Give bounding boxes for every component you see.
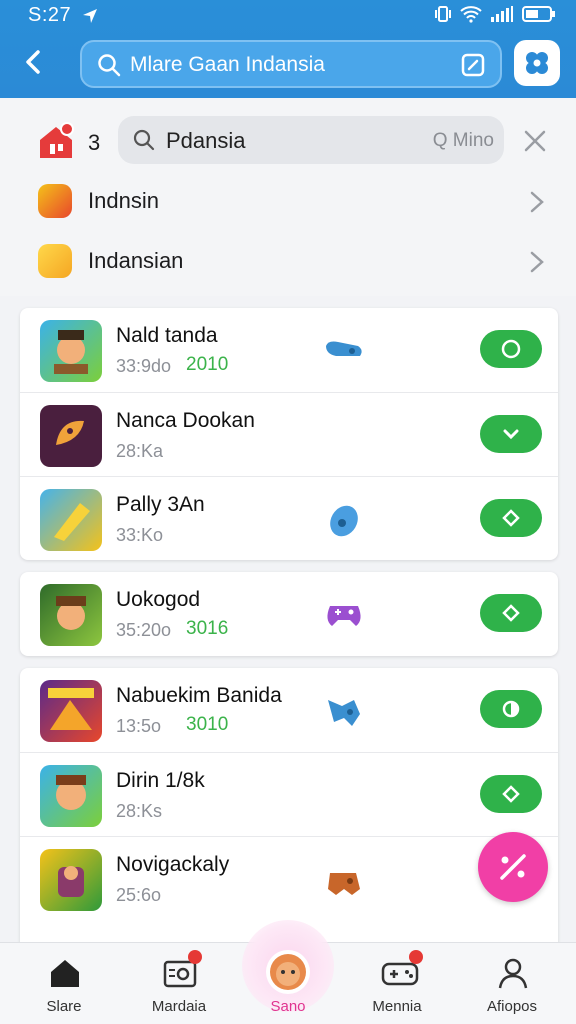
get-button[interactable] [480,415,542,453]
search-icon [133,129,155,151]
chevron-right-icon [530,251,544,273]
nav-label: Slare [46,998,82,1015]
game-list-card: Nald tanda 33:9do 2010 Nanca Dookan 28:K… [20,308,558,560]
get-button[interactable] [480,499,542,537]
game-meta: 13:5o [116,716,162,736]
game-thumbnail [40,584,102,646]
gamepad-icon [330,505,358,537]
person-icon [498,958,528,989]
result-count: 3 [88,130,101,155]
game-icon [38,184,72,218]
game-list-card: Nabuekim Banida 13:5o 3010 Dirin 1/8k 28… [20,668,558,958]
wifi-icon [460,6,482,23]
game-thumbnail [40,320,102,382]
controller-icon [326,341,362,356]
diamond-icon [502,509,520,527]
game-meta: 35:20o [116,620,172,640]
nav-label: Afiopos [486,998,538,1015]
check-icon [501,339,521,359]
game-row[interactable]: Nald tanda 33:9do 2010 [20,308,558,392]
close-icon[interactable] [522,128,548,154]
floating-action-button[interactable] [478,832,548,902]
nav-item-menu[interactable]: Mennia [347,948,447,1020]
game-meta: 25:6o [116,885,162,905]
game-thumbnail [40,849,102,911]
gamepad-icon [328,700,360,726]
back-icon[interactable] [18,46,50,78]
game-thumbnail [40,489,102,551]
vibrate-icon [435,6,451,22]
home-icon [51,960,79,987]
game-row[interactable]: Nabuekim Banida 13:5o 3010 [20,668,558,752]
game-title: Nabuekim Banida [116,684,282,707]
toggle-icon [502,700,520,718]
suggestion-label: Indansian [88,248,184,273]
app-menu-button[interactable] [514,40,560,86]
game-thumbnail [40,680,102,742]
nav-item-home[interactable]: Slare [14,948,114,1020]
suggestion-item[interactable]: Indansian [0,234,576,290]
game-title: Novigackaly [116,853,230,876]
suggestion-label: Indnsin [88,188,159,213]
nav-item-games[interactable]: Sano [238,948,338,1020]
suggestion-item[interactable]: Indnsin [0,174,576,230]
game-title: Uokogod [116,588,201,611]
game-title: Nald tanda [116,324,218,347]
search-icon [98,54,121,77]
game-row[interactable]: Pally 3An 33:Ko [20,476,558,560]
nav-label: Mardaia [151,998,207,1015]
game-row[interactable]: Dirin 1/8k 28:Ks [20,752,558,836]
game-thumbnail [40,405,102,467]
gamepad-icon [327,606,361,626]
get-button[interactable] [480,775,542,813]
grid-flower-icon [526,52,548,74]
game-title: Dirin 1/8k [116,769,205,792]
nav-label: Sano [270,998,306,1015]
game-row[interactable]: Uokogod 35:20o 3016 [20,572,558,656]
status-bar: S:27 [0,0,576,30]
nav-label: Mennia [372,998,422,1015]
search-input[interactable]: Mlare Gaan Indansia [130,53,325,77]
game-year: 3016 [186,618,229,639]
game-row[interactable]: Novigackaly 25:6o [20,836,558,920]
diamond-icon [502,785,520,803]
signal-icon [491,6,513,22]
search-bar[interactable]: Mlare Gaan Indansia [80,40,502,88]
home-badge-icon[interactable] [36,122,76,162]
filter-search-field[interactable]: Pdansia Q Mino [118,116,504,164]
chevron-down-icon [503,429,519,440]
scan-icon[interactable] [460,52,486,78]
game-meta: 28:Ka [116,441,164,461]
status-time: S:27 [28,4,72,26]
game-title: Nanca Dookan [116,409,255,432]
nav-item-media[interactable]: Mardaia [129,948,229,1020]
get-button[interactable] [480,690,542,728]
avatar-icon [266,950,310,994]
get-button[interactable] [480,594,542,632]
notification-badge [409,950,423,964]
game-title: Pally 3An [116,493,205,516]
filter-mode-label[interactable]: Q Mino [433,130,494,152]
notification-badge [188,950,202,964]
chevron-right-icon [530,191,544,213]
game-row[interactable]: Nanca Dookan 28:Ka [20,392,558,476]
gamepad-icon [328,873,360,895]
nav-item-profile[interactable]: Afiopos [462,948,562,1020]
game-list-card: Uokogod 35:20o 3016 [20,572,558,656]
game-year: 3010 [186,714,229,735]
game-year: 2010 [186,354,229,375]
battery-icon [522,6,555,22]
game-meta: 33:9do [116,356,172,376]
filter-search-value[interactable]: Pdansia [166,128,246,154]
get-button[interactable] [480,330,542,368]
game-meta: 33:Ko [116,525,164,545]
shuffle-icon [500,854,526,880]
diamond-icon [502,604,520,622]
game-icon [38,244,72,278]
game-meta: 28:Ks [116,801,163,821]
location-arrow-icon [83,9,97,23]
status-icons [434,5,556,23]
game-thumbnail [40,765,102,827]
